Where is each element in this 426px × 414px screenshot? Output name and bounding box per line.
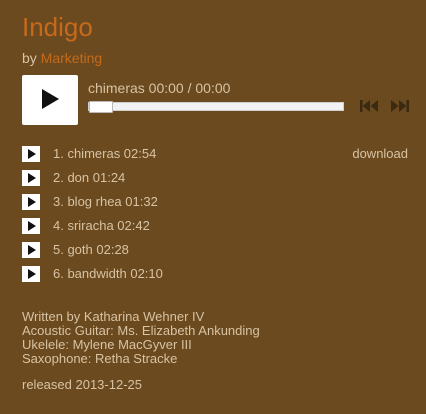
progress-thumb[interactable] — [89, 101, 113, 113]
play-icon — [28, 221, 36, 231]
track-play-button[interactable] — [22, 242, 40, 258]
now-playing-text: chimeras 00:00 / 00:00 — [88, 80, 231, 96]
play-icon — [28, 149, 36, 159]
main-play-button[interactable] — [22, 75, 78, 125]
track-row: 6. bandwidth 02:10 — [22, 265, 414, 289]
track-title[interactable]: 2. don 01:24 — [53, 169, 125, 187]
previous-track-button[interactable] — [360, 100, 378, 112]
track-play-button[interactable] — [22, 218, 40, 234]
track-title[interactable]: 1. chimeras 02:54 — [53, 145, 156, 163]
next-track-button[interactable] — [391, 100, 409, 112]
credit-line: Saxophone: Retha Stracke — [22, 351, 178, 366]
play-icon — [42, 89, 59, 109]
track-row: 4. sriracha 02:42 — [22, 217, 414, 241]
credits: Written by Katharina Wehner IV Acoustic … — [22, 310, 260, 366]
artist-link[interactable]: Marketing — [41, 50, 102, 66]
play-icon — [28, 269, 36, 279]
track-title[interactable]: 4. sriracha 02:42 — [53, 217, 150, 235]
track-title[interactable]: 5. goth 02:28 — [53, 241, 129, 259]
play-icon — [28, 197, 36, 207]
progress-bar[interactable] — [88, 101, 344, 113]
track-row: 2. don 01:24 — [22, 169, 414, 193]
release-date: released 2013-12-25 — [22, 377, 142, 392]
track-row: 1. chimeras 02:54 download — [22, 145, 414, 169]
credit-line: Acoustic Guitar: Ms. Elizabeth Ankunding — [22, 323, 260, 338]
track-row: 3. blog rhea 01:32 — [22, 193, 414, 217]
play-icon — [28, 245, 36, 255]
previous-track-icon — [360, 100, 378, 112]
track-play-button[interactable] — [22, 194, 40, 210]
album-title: Indigo — [22, 12, 93, 42]
play-icon — [28, 173, 36, 183]
download-link[interactable]: download — [352, 145, 408, 163]
track-play-button[interactable] — [22, 170, 40, 186]
credit-line: Written by Katharina Wehner IV — [22, 309, 205, 324]
byline-prefix: by — [22, 50, 37, 66]
byline: by Marketing — [22, 49, 102, 67]
credit-line: Ukelele: Mylene MacGyver III — [22, 337, 192, 352]
track-title[interactable]: 3. blog rhea 01:32 — [53, 193, 158, 211]
next-track-icon — [391, 100, 409, 112]
track-title[interactable]: 6. bandwidth 02:10 — [53, 265, 163, 283]
track-play-button[interactable] — [22, 146, 40, 162]
track-row: 5. goth 02:28 — [22, 241, 414, 265]
track-list: 1. chimeras 02:54 download 2. don 01:24 … — [22, 145, 414, 289]
track-play-button[interactable] — [22, 266, 40, 282]
